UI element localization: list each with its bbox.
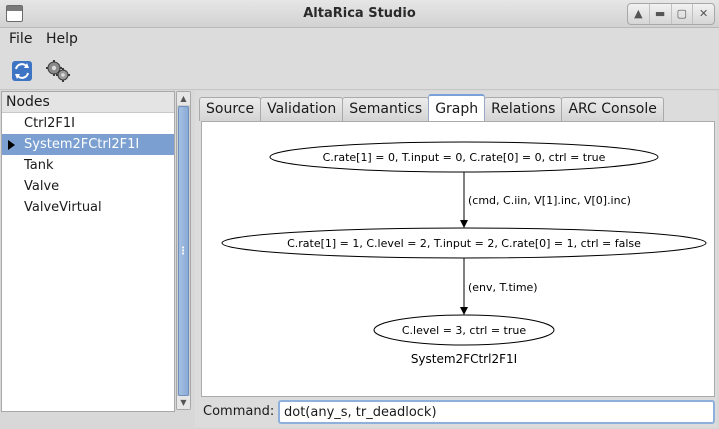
node-label: Tank xyxy=(24,158,54,173)
window-controls: ▲ ▬ ▢ ✕ xyxy=(627,3,715,25)
graph-edge-0-label: (cmd, C.iin, V[1].inc, V[0].inc) xyxy=(468,194,631,207)
node-label: ValveVirtual xyxy=(24,200,102,215)
refresh-icon xyxy=(12,61,32,81)
node-label: System2FCtrl2F1I xyxy=(24,137,140,152)
command-input[interactable] xyxy=(278,400,715,424)
settings-button[interactable] xyxy=(45,58,71,84)
tab-arc-console[interactable]: ARC Console xyxy=(561,97,664,121)
menu-bar: File Help xyxy=(0,28,719,50)
minimize-button[interactable]: ▬ xyxy=(650,4,672,24)
scroll-up-icon[interactable]: ▲ xyxy=(177,92,190,105)
scroll-down-icon[interactable]: ▼ xyxy=(177,396,190,409)
tab-validation[interactable]: Validation xyxy=(260,97,344,121)
grip-icon: • • • xyxy=(181,244,186,258)
state-graph: C.rate[1] = 0, T.input = 0, C.rate[0] = … xyxy=(221,141,707,366)
gears-icon xyxy=(46,60,70,82)
toolbar xyxy=(0,50,719,90)
menu-file[interactable]: File xyxy=(9,31,32,47)
tab-relations[interactable]: Relations xyxy=(484,97,563,121)
graph-caption: System2FCtrl2F1I xyxy=(411,352,517,366)
shade-button[interactable]: ▲ xyxy=(628,4,650,24)
graph-edge-1-label: (env, T.time) xyxy=(468,281,538,294)
node-label: Valve xyxy=(24,179,60,194)
tab-graph[interactable]: Graph xyxy=(428,94,486,121)
node-item-system2fctrl2f1i[interactable]: System2FCtrl2F1I xyxy=(2,134,174,155)
graph-node-0-label: C.rate[1] = 0, T.input = 0, C.rate[0] = … xyxy=(323,151,606,164)
graph-canvas: C.rate[1] = 0, T.input = 0, C.rate[0] = … xyxy=(201,121,715,397)
node-item-valve[interactable]: Valve xyxy=(2,176,174,197)
scroll-thumb[interactable]: • • • xyxy=(178,106,189,396)
nodes-scrollbar[interactable]: ▲ • • • ▼ xyxy=(176,91,191,410)
command-label: Command: xyxy=(203,404,275,419)
node-item-tank[interactable]: Tank xyxy=(2,155,174,176)
graph-node-1-label: C.rate[1] = 1, C.level = 2, T.input = 2,… xyxy=(287,237,641,250)
close-button[interactable]: ✕ xyxy=(693,4,714,24)
nodes-header: Nodes xyxy=(2,92,174,113)
window-title: AltaRica Studio xyxy=(303,6,416,21)
nodes-panel: Nodes Ctrl2F1I System2FCtrl2F1I Tank Val… xyxy=(1,91,175,412)
expand-arrow-icon[interactable] xyxy=(8,140,15,150)
tab-source[interactable]: Source xyxy=(199,97,262,121)
maximize-button[interactable]: ▢ xyxy=(672,4,694,24)
graph-node-2-label: C.level = 3, ctrl = true xyxy=(402,324,526,337)
refresh-button[interactable] xyxy=(9,58,35,84)
title-bar: AltaRica Studio ▲ ▬ ▢ ✕ xyxy=(0,0,719,28)
menu-help[interactable]: Help xyxy=(46,31,78,47)
main-area: Source Validation Semantics Graph Relati… xyxy=(195,91,717,427)
node-item-valvevirtual[interactable]: ValveVirtual xyxy=(2,197,174,218)
node-label: Ctrl2F1I xyxy=(24,116,75,131)
node-item-ctrl2f1i[interactable]: Ctrl2F1I xyxy=(2,113,174,134)
tab-semantics[interactable]: Semantics xyxy=(342,97,430,121)
tab-bar: Source Validation Semantics Graph Relati… xyxy=(199,94,664,121)
command-bar: Command: xyxy=(201,399,715,425)
